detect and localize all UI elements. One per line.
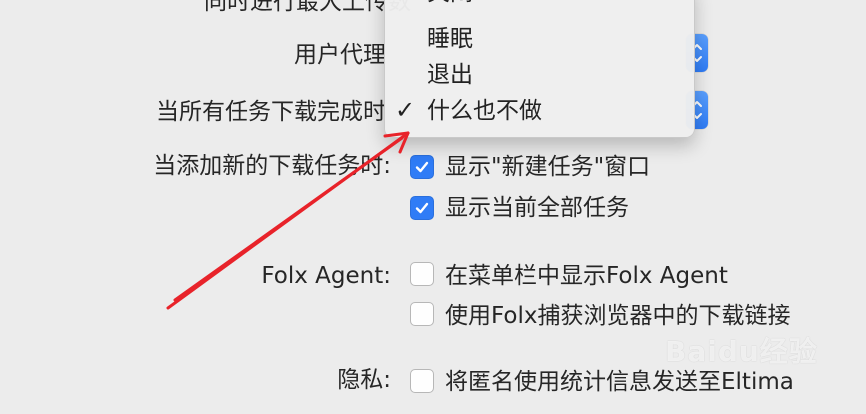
baidu-watermark: Baidu经验 <box>665 335 818 368</box>
